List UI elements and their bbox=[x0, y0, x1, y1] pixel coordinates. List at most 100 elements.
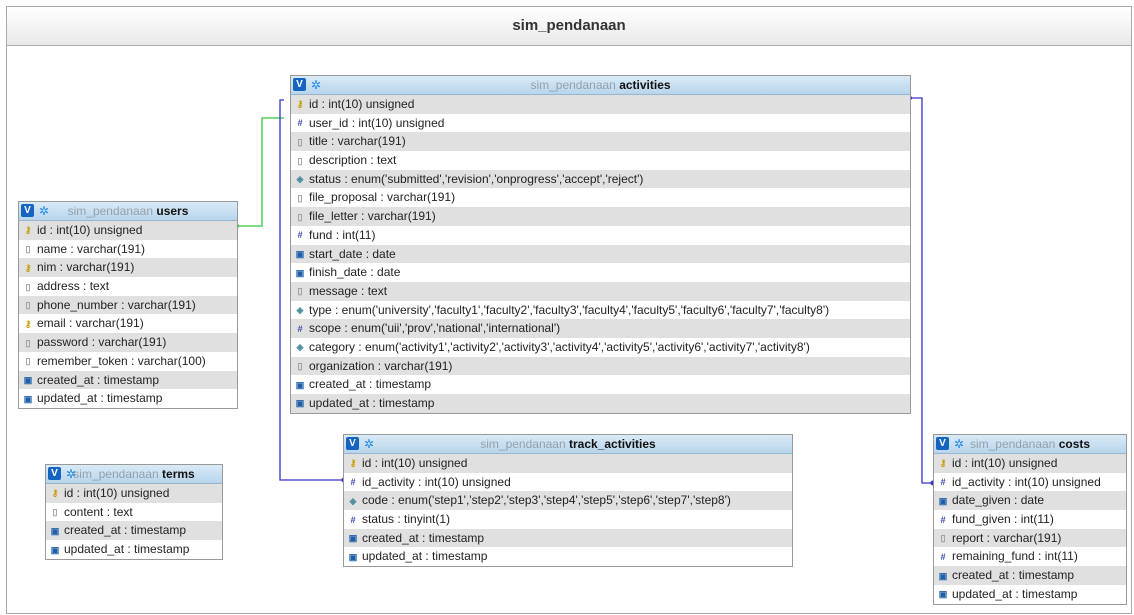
column-row[interactable]: # id_activity : int(10) unsigned bbox=[934, 473, 1126, 492]
column-list: ⚷ id : int(10) unsigned # user_id : int(10)… bbox=[291, 95, 910, 413]
table-header[interactable]: V ✲ sim_pendanaan track_activities bbox=[344, 435, 792, 454]
numeric-icon: # bbox=[940, 477, 946, 488]
table-terms[interactable]: V ✲ sim_pendanaan terms ⚷ id : int(10) unsig… bbox=[45, 464, 223, 560]
text-icon: ▯ bbox=[25, 356, 31, 367]
column-row[interactable]: ▣ date_given : date bbox=[934, 491, 1126, 511]
table-activities[interactable]: V ✲ sim_pendanaan activities ⚷ id : int(10) … bbox=[290, 75, 911, 414]
column-label: email : varchar(191) bbox=[37, 316, 144, 331]
table-name: costs bbox=[1058, 437, 1091, 451]
column-row[interactable]: ▯ address : text bbox=[19, 277, 237, 296]
column-row[interactable]: ⚷ nim : varchar(191) bbox=[19, 258, 237, 278]
gear-icon[interactable]: ✲ bbox=[363, 438, 375, 450]
column-row[interactable]: ▯ phone_number : varchar(191) bbox=[19, 295, 237, 315]
column-row[interactable]: ▯ title : varchar(191) bbox=[291, 132, 910, 152]
column-row[interactable]: ▣ updated_at : timestamp bbox=[291, 394, 910, 413]
gear-icon[interactable]: ✲ bbox=[310, 79, 322, 91]
column-label: file_letter : varchar(191) bbox=[309, 209, 436, 224]
column-row[interactable]: ▣ created_at : timestamp bbox=[934, 566, 1126, 585]
table-header[interactable]: V ✲ sim_pendanaan costs bbox=[934, 435, 1126, 454]
column-row[interactable]: ▯ file_letter : varchar(191) bbox=[291, 207, 910, 226]
column-row[interactable]: ⚷ id : int(10) unsigned bbox=[46, 484, 222, 503]
column-label: date_given : date bbox=[952, 493, 1045, 508]
column-row[interactable]: ◈ type : enum('university','faculty1','fa… bbox=[291, 301, 910, 320]
column-label: scope : enum('uii','prov','national','in… bbox=[309, 321, 561, 336]
column-row[interactable]: ▯ remember_token : varchar(100) bbox=[19, 352, 237, 371]
column-row[interactable]: # fund_given : int(11) bbox=[934, 510, 1126, 529]
column-row[interactable]: ▯ content : text bbox=[46, 503, 222, 522]
column-row[interactable]: ▯ report : varchar(191) bbox=[934, 528, 1126, 548]
column-row[interactable]: ▣ created_at : timestamp bbox=[291, 375, 910, 394]
toggle-columns-button[interactable]: V bbox=[936, 437, 949, 450]
column-row[interactable]: # id_activity : int(10) unsigned bbox=[344, 473, 792, 492]
toggle-columns-button[interactable]: V bbox=[293, 78, 306, 91]
enum-icon: ◈ bbox=[296, 305, 304, 316]
column-label: id : int(10) unsigned bbox=[64, 486, 170, 500]
column-row[interactable]: ⚷ id : int(10) unsigned bbox=[19, 221, 237, 240]
column-row[interactable]: ▣ created_at : timestamp bbox=[344, 528, 792, 548]
column-row[interactable]: ▣ updated_at : timestamp bbox=[46, 540, 222, 559]
column-list: ⚷ id : int(10) unsigned # id_activity : int… bbox=[344, 454, 792, 566]
column-row[interactable]: ▯ message : text bbox=[291, 281, 910, 301]
table-costs[interactable]: V ✲ sim_pendanaan costs ⚷ id : int(10) unsig… bbox=[933, 434, 1127, 605]
column-row[interactable]: ▣ start_date : date bbox=[291, 244, 910, 264]
key-icon: ⚷ bbox=[51, 488, 59, 499]
column-row[interactable]: ▣ created_at : timestamp bbox=[46, 521, 222, 541]
column-row[interactable]: ▣ finish_date : date bbox=[291, 263, 910, 282]
table-header[interactable]: V ✲ sim_pendanaan terms bbox=[46, 465, 222, 484]
text-icon: ▯ bbox=[297, 211, 303, 222]
column-list: ⚷ id : int(10) unsigned ▯ content : text ▣ cr… bbox=[46, 484, 222, 559]
column-row[interactable]: ▣ updated_at : timestamp bbox=[19, 389, 237, 408]
table-database-name: sim_pendanaan bbox=[480, 437, 566, 451]
column-row[interactable]: # remaining_fund : int(11) bbox=[934, 547, 1126, 566]
table-users[interactable]: V ✲ sim_pendanaan users ⚷ id : int(10) unsig… bbox=[18, 201, 238, 409]
column-row[interactable]: ▯ password : varchar(191) bbox=[19, 333, 237, 352]
date-icon: ▣ bbox=[295, 267, 305, 278]
column-row[interactable]: ▣ created_at : timestamp bbox=[19, 370, 237, 390]
gear-icon[interactable]: ✲ bbox=[38, 205, 50, 217]
gear-icon[interactable]: ✲ bbox=[953, 438, 965, 450]
column-row[interactable]: ▯ file_proposal : varchar(191) bbox=[291, 188, 910, 207]
key-icon: ⚷ bbox=[24, 318, 32, 329]
date-icon: ▣ bbox=[50, 544, 60, 555]
column-row[interactable]: # fund : int(11) bbox=[291, 226, 910, 245]
column-row[interactable]: ▣ updated_at : timestamp bbox=[344, 547, 792, 566]
column-row[interactable]: ▯ description : text bbox=[291, 151, 910, 170]
column-row[interactable]: # user_id : int(10) unsigned bbox=[291, 114, 910, 133]
table-track-activities[interactable]: V ✲ sim_pendanaan track_activities ⚷ id : in… bbox=[343, 434, 793, 568]
date-icon: ▣ bbox=[938, 589, 948, 600]
column-label: updated_at : timestamp bbox=[952, 586, 1078, 601]
column-row[interactable]: ⚷ email : varchar(191) bbox=[19, 314, 237, 333]
date-icon: ▣ bbox=[50, 525, 60, 536]
key-icon: ⚷ bbox=[296, 99, 304, 110]
column-row[interactable]: ⚷ id : int(10) unsigned bbox=[291, 95, 910, 114]
toggle-columns-button[interactable]: V bbox=[346, 437, 359, 450]
toggle-columns-button[interactable]: V bbox=[21, 204, 34, 217]
column-label: type : enum('university','faculty1','fac… bbox=[309, 302, 830, 317]
column-label: file_proposal : varchar(191) bbox=[309, 190, 456, 205]
date-icon: ▣ bbox=[938, 570, 948, 581]
column-row[interactable]: # scope : enum('uii','prov','national','i… bbox=[291, 319, 910, 338]
table-database-name: sim_pendanaan bbox=[969, 437, 1056, 451]
toggle-columns-button[interactable]: V bbox=[48, 467, 61, 480]
table-database-name: sim_pendanaan bbox=[530, 78, 616, 92]
numeric-icon: # bbox=[297, 323, 303, 334]
table-header[interactable]: V ✲ sim_pendanaan users bbox=[19, 202, 237, 221]
numeric-icon: # bbox=[350, 477, 356, 488]
column-row[interactable]: ⚷ id : int(10) unsigned bbox=[344, 454, 792, 473]
column-label: created_at : timestamp bbox=[362, 530, 485, 545]
column-row[interactable]: ▯ organization : varchar(191) bbox=[291, 356, 910, 376]
column-row[interactable]: ⚷ id : int(10) unsigned bbox=[934, 454, 1126, 473]
column-label: password : varchar(191) bbox=[37, 335, 167, 350]
column-row[interactable]: ◈ code : enum('step1','step2','step3','st… bbox=[344, 491, 792, 511]
column-label: fund : int(11) bbox=[309, 227, 376, 242]
table-header[interactable]: V ✲ sim_pendanaan activities bbox=[291, 76, 910, 95]
enum-icon: ◈ bbox=[349, 495, 357, 506]
column-label: updated_at : timestamp bbox=[309, 396, 435, 410]
column-label: id : int(10) unsigned bbox=[952, 456, 1058, 470]
column-row[interactable]: ▯ name : varchar(191) bbox=[19, 240, 237, 259]
column-label: id : int(10) unsigned bbox=[309, 97, 415, 111]
column-row[interactable]: ◈ status : enum('submitted','revision','o… bbox=[291, 169, 910, 189]
column-row[interactable]: # status : tinyint(1) bbox=[344, 510, 792, 529]
column-row[interactable]: ▣ updated_at : timestamp bbox=[934, 585, 1126, 604]
column-row[interactable]: ◈ category : enum('activity1','activity2'… bbox=[291, 338, 910, 357]
